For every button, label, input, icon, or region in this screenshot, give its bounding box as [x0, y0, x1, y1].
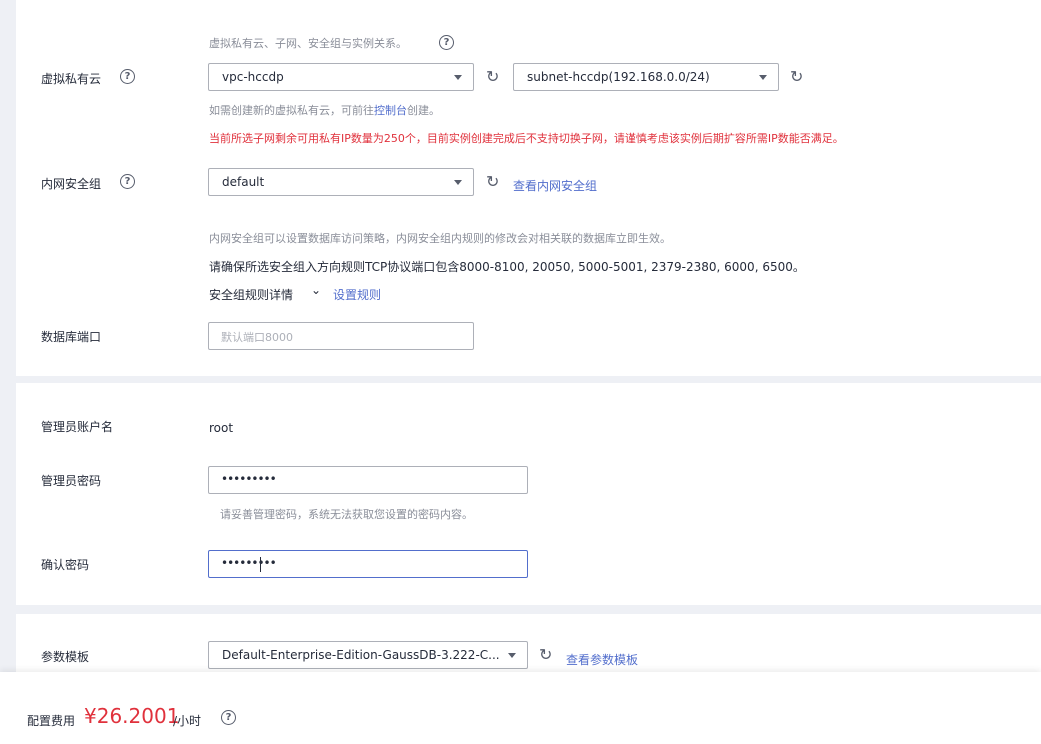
- vpc-label: 虚拟私有云: [41, 72, 102, 86]
- refresh-icon[interactable]: ↻: [539, 647, 552, 663]
- console-link[interactable]: 控制台: [374, 104, 407, 117]
- set-rules-link[interactable]: 设置规则: [333, 286, 381, 303]
- param-panel: [16, 614, 1041, 672]
- confirm-password-input[interactable]: •••••••••: [208, 550, 528, 578]
- subnet-select[interactable]: subnet-hccdp(192.168.0.0/24): [513, 63, 779, 91]
- price-unit: /小时: [173, 714, 202, 728]
- chevron-down-icon: [454, 75, 462, 80]
- chevron-down-icon[interactable]: ⌄: [311, 283, 321, 297]
- security-group-select-value: default: [222, 175, 265, 189]
- param-template-select[interactable]: Default-Enterprise-Edition-GaussDB-3.222…: [208, 641, 528, 669]
- chevron-down-icon: [759, 75, 767, 80]
- view-security-group-link[interactable]: 查看内网安全组: [513, 177, 597, 194]
- view-param-template-link[interactable]: 查看参数模板: [566, 651, 638, 668]
- chevron-down-icon: [454, 180, 462, 185]
- security-group-select[interactable]: default: [208, 168, 474, 196]
- db-port-placeholder: 默认端口8000: [221, 331, 293, 344]
- vpc-select[interactable]: vpc-hccdp: [208, 63, 474, 91]
- admin-account-label: 管理员账户名: [41, 420, 114, 434]
- refresh-icon[interactable]: ↻: [486, 174, 499, 190]
- security-group-rules-detail-toggle[interactable]: 安全组规则详情: [209, 286, 293, 303]
- question-circle-icon[interactable]: ?: [221, 710, 236, 725]
- password-hint: 请妥善管理密码，系统无法获取您设置的密码内容。: [220, 508, 473, 521]
- question-circle-icon[interactable]: ?: [120, 174, 135, 189]
- price-label: 配置费用: [27, 714, 76, 728]
- confirm-password-label: 确认密码: [41, 558, 90, 572]
- param-template-value: Default-Enterprise-Edition-GaussDB-3.222…: [222, 648, 500, 662]
- vpc-create-hint-prefix: 如需创建新的虚拟私有云，可前往: [209, 104, 374, 117]
- chevron-down-icon: [508, 653, 516, 658]
- vpc-relation-hint: 虚拟私有云、子网、安全组与实例关系。: [209, 37, 407, 50]
- admin-password-input[interactable]: •••••••••: [208, 466, 528, 494]
- param-template-label: 参数模板: [41, 650, 90, 664]
- db-port-input[interactable]: 默认端口8000: [208, 322, 474, 350]
- security-group-ports-note: 请确保所选安全组入方向规则TCP协议端口包含8000-8100, 20050, …: [209, 260, 805, 274]
- db-port-label: 数据库端口: [41, 330, 102, 344]
- price-footer: 配置费用 ¥26.2001 /小时 ?: [0, 672, 1041, 744]
- subnet-ip-warning: 当前所选子网剩余可用私有IP数量为250个，目前实例创建完成后不支持切换子网，请…: [209, 132, 844, 145]
- admin-password-value: •••••••••: [221, 472, 277, 486]
- admin-password-label: 管理员密码: [41, 474, 102, 488]
- confirm-password-value: •••••••••: [221, 556, 277, 570]
- admin-panel: [16, 383, 1041, 605]
- question-circle-icon[interactable]: ?: [439, 35, 454, 50]
- refresh-icon[interactable]: ↻: [486, 69, 499, 85]
- vpc-create-hint: 如需创建新的虚拟私有云，可前往控制台创建。: [209, 102, 440, 118]
- security-group-label: 内网安全组: [41, 177, 102, 191]
- admin-account-value: root: [209, 421, 234, 435]
- text-cursor: [260, 557, 261, 572]
- refresh-icon[interactable]: ↻: [790, 69, 803, 85]
- vpc-create-hint-suffix: 创建。: [407, 104, 440, 117]
- vpc-select-value: vpc-hccdp: [222, 70, 284, 84]
- subnet-select-value: subnet-hccdp(192.168.0.0/24): [527, 70, 710, 84]
- security-group-hint: 内网安全组可以设置数据库访问策略，内网安全组内规则的修改会对相关联的数据库立即生…: [209, 232, 671, 245]
- price-value: ¥26.2001: [84, 704, 180, 728]
- question-circle-icon[interactable]: ?: [120, 69, 135, 84]
